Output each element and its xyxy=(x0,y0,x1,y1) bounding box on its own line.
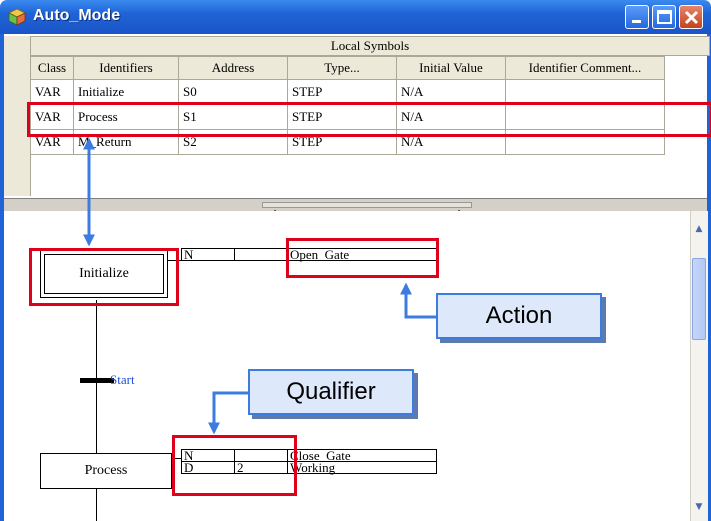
qualifier-callout-arrow xyxy=(208,391,248,435)
action-callout: Action xyxy=(436,293,602,339)
annotation-arrows xyxy=(83,137,436,435)
action-callout-arrow xyxy=(400,282,436,319)
qualifier-callout: Qualifier xyxy=(248,369,414,415)
